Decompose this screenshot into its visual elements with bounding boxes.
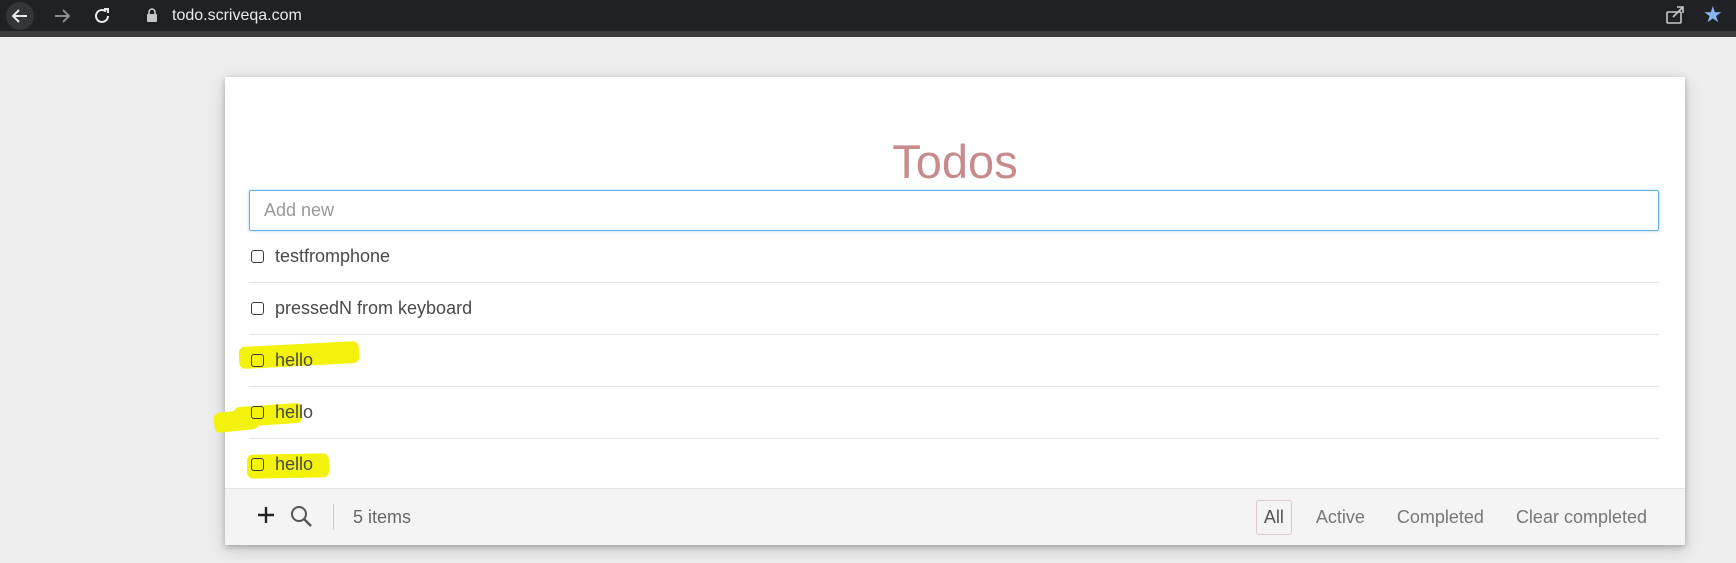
todo-item: hello [213, 387, 1659, 439]
reload-icon[interactable] [88, 2, 116, 30]
filter-group: All Active Completed Clear completed [1240, 500, 1655, 535]
filter-active[interactable]: Active [1308, 500, 1373, 535]
todo-item: pressedN from keyboard [249, 283, 1659, 335]
todo-checkbox[interactable] [251, 302, 264, 315]
page-title: Todos [892, 135, 1018, 189]
star-icon[interactable]: ★ [1703, 2, 1723, 28]
todo-item: hello [246, 439, 1659, 490]
todo-checkbox[interactable] [251, 458, 264, 471]
filter-completed[interactable]: Completed [1389, 500, 1492, 535]
items-count: 5 items [353, 507, 412, 527]
todo-app-card: Todos testfromphone pressedN from keyboa… [213, 77, 1685, 545]
toolbar-shadow [0, 31, 1736, 37]
new-todo-input[interactable] [249, 190, 1659, 231]
todo-list: testfromphone pressedN from keyboard hel… [213, 231, 1659, 490]
todo-label[interactable]: hello [275, 454, 313, 475]
forward-arrow-icon[interactable] [48, 2, 76, 30]
share-icon[interactable] [1664, 4, 1688, 28]
todo-label[interactable]: hello [275, 350, 313, 371]
clear-completed-button[interactable]: Clear completed [1508, 500, 1655, 535]
plus-icon[interactable] [255, 504, 279, 528]
back-arrow-icon[interactable] [6, 2, 34, 30]
todo-label[interactable]: testfromphone [275, 246, 390, 267]
todo-label[interactable]: pressedN from keyboard [275, 298, 472, 319]
browser-toolbar: todo.scriveqa.com ★ [0, 0, 1736, 31]
url-text[interactable]: todo.scriveqa.com [172, 7, 302, 25]
todo-label[interactable]: hello [275, 402, 313, 423]
search-icon[interactable] [289, 504, 313, 528]
todo-checkbox[interactable] [251, 406, 264, 419]
todo-item: hello [238, 335, 1659, 387]
lock-icon[interactable] [144, 6, 160, 26]
todo-footer: 5 items All Active Completed Clear compl… [225, 488, 1685, 545]
footer-divider [333, 504, 334, 530]
todo-checkbox[interactable] [251, 354, 264, 367]
filter-all[interactable]: All [1255, 500, 1292, 535]
address-bar[interactable]: todo.scriveqa.com [130, 1, 1650, 30]
todo-checkbox[interactable] [251, 250, 264, 263]
todo-item: testfromphone [249, 231, 1659, 283]
